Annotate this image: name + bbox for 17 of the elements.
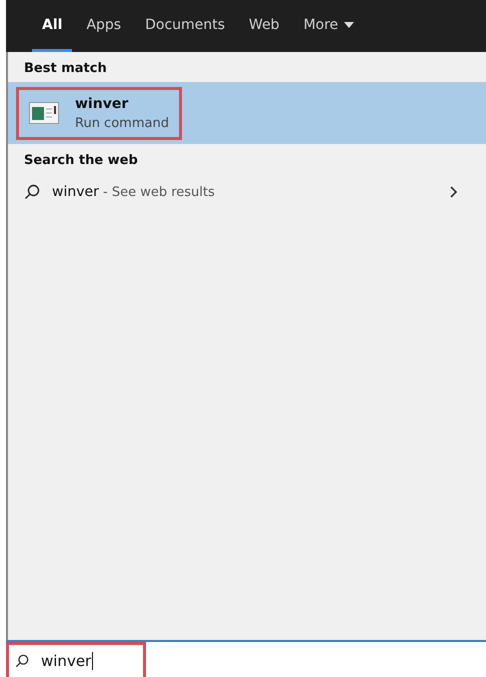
web-result-link[interactable]: winver - See web results (52, 184, 438, 200)
app-window-icon (29, 102, 59, 124)
tab[interactable]: More (293, 0, 364, 52)
section-heading: Best match (23, 60, 108, 78)
tab[interactable]: All (32, 0, 72, 52)
search-icon (24, 184, 40, 200)
result-title: winver (75, 96, 130, 112)
search-field[interactable]: winver (6, 642, 146, 677)
tab[interactable]: Apps (76, 0, 132, 52)
caret-icon (344, 22, 354, 28)
search-icon (15, 654, 29, 668)
chevron-right-icon[interactable] (450, 186, 458, 198)
tab[interactable]: Documents (135, 0, 235, 52)
section-heading: Search the web (23, 152, 139, 170)
tab[interactable]: Web (238, 0, 290, 52)
result-subtitle: Run command (75, 116, 169, 130)
result-row[interactable]: winver Run command (8, 82, 486, 144)
